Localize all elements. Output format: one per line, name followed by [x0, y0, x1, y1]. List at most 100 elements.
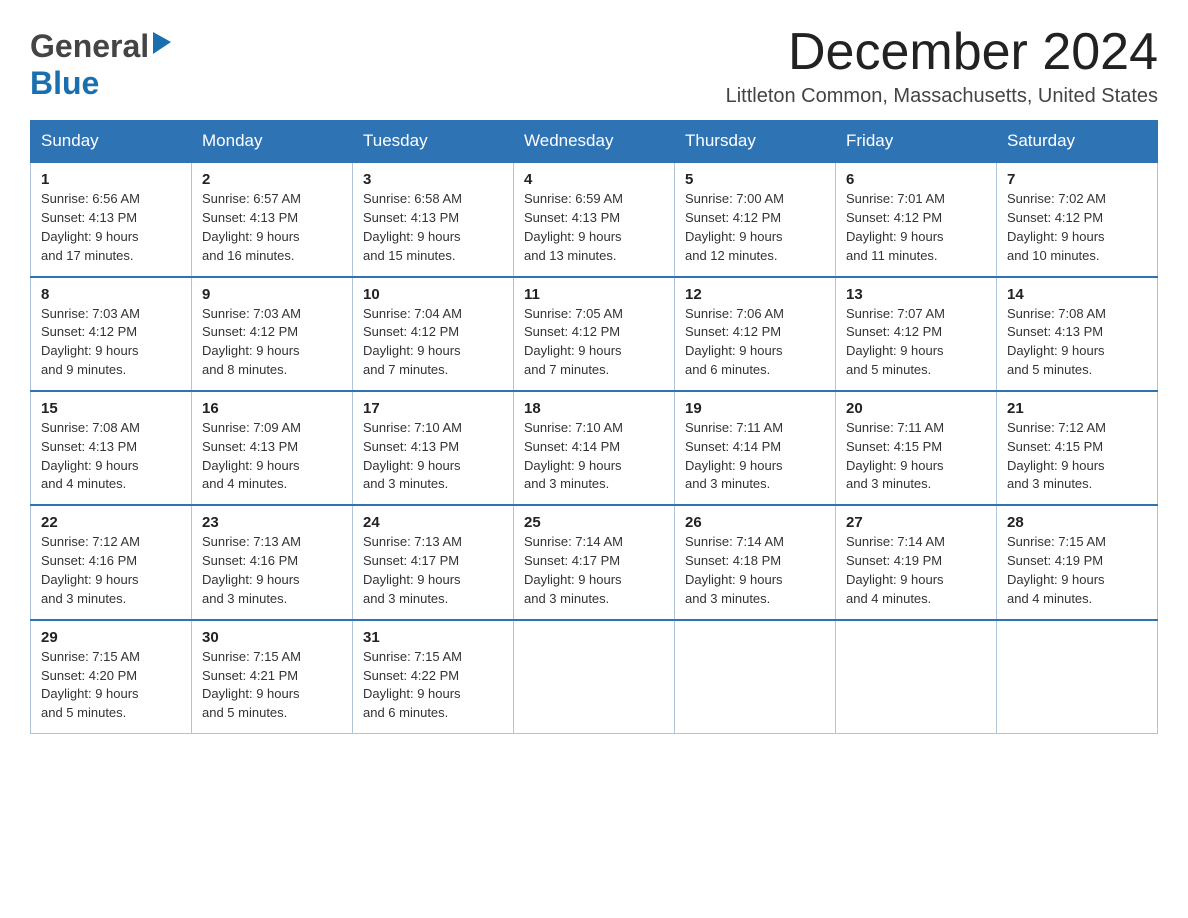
day-cell-6: 6 Sunrise: 7:01 AMSunset: 4:12 PMDayligh…	[836, 162, 997, 276]
day-number: 11	[524, 286, 664, 303]
empty-cell	[514, 620, 675, 734]
empty-cell	[675, 620, 836, 734]
day-header-friday: Friday	[836, 121, 997, 163]
day-cell-11: 11 Sunrise: 7:05 AMSunset: 4:12 PMDaylig…	[514, 277, 675, 391]
day-info: Sunrise: 7:15 AMSunset: 4:21 PMDaylight:…	[202, 649, 301, 721]
day-number: 30	[202, 629, 342, 646]
days-of-week-row: SundayMondayTuesdayWednesdayThursdayFrid…	[31, 121, 1158, 163]
day-cell-30: 30 Sunrise: 7:15 AMSunset: 4:21 PMDaylig…	[192, 620, 353, 734]
day-number: 16	[202, 400, 342, 417]
day-cell-2: 2 Sunrise: 6:57 AMSunset: 4:13 PMDayligh…	[192, 162, 353, 276]
day-info: Sunrise: 7:12 AMSunset: 4:15 PMDaylight:…	[1007, 420, 1106, 492]
day-number: 6	[846, 171, 986, 188]
day-number: 18	[524, 400, 664, 417]
week-row-1: 1 Sunrise: 6:56 AMSunset: 4:13 PMDayligh…	[31, 162, 1158, 276]
day-number: 12	[685, 286, 825, 303]
day-info: Sunrise: 7:13 AMSunset: 4:17 PMDaylight:…	[363, 534, 462, 606]
day-cell-19: 19 Sunrise: 7:11 AMSunset: 4:14 PMDaylig…	[675, 391, 836, 505]
day-header-sunday: Sunday	[31, 121, 192, 163]
day-info: Sunrise: 7:06 AMSunset: 4:12 PMDaylight:…	[685, 306, 784, 378]
day-cell-4: 4 Sunrise: 6:59 AMSunset: 4:13 PMDayligh…	[514, 162, 675, 276]
day-info: Sunrise: 7:08 AMSunset: 4:13 PMDaylight:…	[1007, 306, 1106, 378]
day-cell-27: 27 Sunrise: 7:14 AMSunset: 4:19 PMDaylig…	[836, 505, 997, 619]
day-info: Sunrise: 7:11 AMSunset: 4:15 PMDaylight:…	[846, 420, 944, 492]
day-info: Sunrise: 7:09 AMSunset: 4:13 PMDaylight:…	[202, 420, 301, 492]
day-cell-20: 20 Sunrise: 7:11 AMSunset: 4:15 PMDaylig…	[836, 391, 997, 505]
day-number: 1	[41, 171, 181, 188]
empty-cell	[836, 620, 997, 734]
day-number: 14	[1007, 286, 1147, 303]
day-cell-3: 3 Sunrise: 6:58 AMSunset: 4:13 PMDayligh…	[353, 162, 514, 276]
day-header-tuesday: Tuesday	[353, 121, 514, 163]
logo: General Blue	[30, 28, 171, 102]
day-cell-10: 10 Sunrise: 7:04 AMSunset: 4:12 PMDaylig…	[353, 277, 514, 391]
calendar-table: SundayMondayTuesdayWednesdayThursdayFrid…	[30, 120, 1158, 734]
day-cell-15: 15 Sunrise: 7:08 AMSunset: 4:13 PMDaylig…	[31, 391, 192, 505]
day-number: 4	[524, 171, 664, 188]
logo-blue-text: Blue	[30, 65, 99, 101]
day-number: 21	[1007, 400, 1147, 417]
day-number: 20	[846, 400, 986, 417]
day-info: Sunrise: 7:15 AMSunset: 4:19 PMDaylight:…	[1007, 534, 1106, 606]
month-title: December 2024	[726, 24, 1158, 81]
week-row-3: 15 Sunrise: 7:08 AMSunset: 4:13 PMDaylig…	[31, 391, 1158, 505]
day-cell-8: 8 Sunrise: 7:03 AMSunset: 4:12 PMDayligh…	[31, 277, 192, 391]
day-cell-12: 12 Sunrise: 7:06 AMSunset: 4:12 PMDaylig…	[675, 277, 836, 391]
location-title: Littleton Common, Massachusetts, United …	[726, 85, 1158, 108]
day-number: 28	[1007, 514, 1147, 531]
day-info: Sunrise: 7:11 AMSunset: 4:14 PMDaylight:…	[685, 420, 783, 492]
day-cell-25: 25 Sunrise: 7:14 AMSunset: 4:17 PMDaylig…	[514, 505, 675, 619]
day-number: 31	[363, 629, 503, 646]
day-info: Sunrise: 7:01 AMSunset: 4:12 PMDaylight:…	[846, 191, 945, 263]
day-header-saturday: Saturday	[997, 121, 1158, 163]
day-number: 17	[363, 400, 503, 417]
day-cell-23: 23 Sunrise: 7:13 AMSunset: 4:16 PMDaylig…	[192, 505, 353, 619]
day-info: Sunrise: 7:10 AMSunset: 4:13 PMDaylight:…	[363, 420, 462, 492]
day-cell-26: 26 Sunrise: 7:14 AMSunset: 4:18 PMDaylig…	[675, 505, 836, 619]
day-info: Sunrise: 7:14 AMSunset: 4:18 PMDaylight:…	[685, 534, 784, 606]
day-number: 10	[363, 286, 503, 303]
day-header-thursday: Thursday	[675, 121, 836, 163]
day-cell-13: 13 Sunrise: 7:07 AMSunset: 4:12 PMDaylig…	[836, 277, 997, 391]
day-info: Sunrise: 7:13 AMSunset: 4:16 PMDaylight:…	[202, 534, 301, 606]
day-info: Sunrise: 6:57 AMSunset: 4:13 PMDaylight:…	[202, 191, 301, 263]
day-cell-17: 17 Sunrise: 7:10 AMSunset: 4:13 PMDaylig…	[353, 391, 514, 505]
title-block: December 2024 Littleton Common, Massachu…	[726, 24, 1158, 108]
day-number: 8	[41, 286, 181, 303]
day-number: 7	[1007, 171, 1147, 188]
day-cell-18: 18 Sunrise: 7:10 AMSunset: 4:14 PMDaylig…	[514, 391, 675, 505]
day-info: Sunrise: 7:03 AMSunset: 4:12 PMDaylight:…	[202, 306, 301, 378]
page-header: General Blue December 2024 Littleton Com…	[30, 24, 1158, 108]
day-cell-14: 14 Sunrise: 7:08 AMSunset: 4:13 PMDaylig…	[997, 277, 1158, 391]
week-row-2: 8 Sunrise: 7:03 AMSunset: 4:12 PMDayligh…	[31, 277, 1158, 391]
day-info: Sunrise: 7:04 AMSunset: 4:12 PMDaylight:…	[363, 306, 462, 378]
day-cell-22: 22 Sunrise: 7:12 AMSunset: 4:16 PMDaylig…	[31, 505, 192, 619]
day-number: 13	[846, 286, 986, 303]
day-number: 25	[524, 514, 664, 531]
day-number: 2	[202, 171, 342, 188]
day-info: Sunrise: 7:15 AMSunset: 4:20 PMDaylight:…	[41, 649, 140, 721]
empty-cell	[997, 620, 1158, 734]
day-header-monday: Monday	[192, 121, 353, 163]
day-info: Sunrise: 6:56 AMSunset: 4:13 PMDaylight:…	[41, 191, 140, 263]
day-cell-31: 31 Sunrise: 7:15 AMSunset: 4:22 PMDaylig…	[353, 620, 514, 734]
day-cell-24: 24 Sunrise: 7:13 AMSunset: 4:17 PMDaylig…	[353, 505, 514, 619]
day-number: 3	[363, 171, 503, 188]
day-info: Sunrise: 6:59 AMSunset: 4:13 PMDaylight:…	[524, 191, 623, 263]
day-cell-9: 9 Sunrise: 7:03 AMSunset: 4:12 PMDayligh…	[192, 277, 353, 391]
day-cell-21: 21 Sunrise: 7:12 AMSunset: 4:15 PMDaylig…	[997, 391, 1158, 505]
day-cell-7: 7 Sunrise: 7:02 AMSunset: 4:12 PMDayligh…	[997, 162, 1158, 276]
day-info: Sunrise: 7:03 AMSunset: 4:12 PMDaylight:…	[41, 306, 140, 378]
day-info: Sunrise: 6:58 AMSunset: 4:13 PMDaylight:…	[363, 191, 462, 263]
day-cell-16: 16 Sunrise: 7:09 AMSunset: 4:13 PMDaylig…	[192, 391, 353, 505]
day-number: 5	[685, 171, 825, 188]
day-number: 29	[41, 629, 181, 646]
day-number: 22	[41, 514, 181, 531]
day-number: 24	[363, 514, 503, 531]
day-number: 9	[202, 286, 342, 303]
week-row-4: 22 Sunrise: 7:12 AMSunset: 4:16 PMDaylig…	[31, 505, 1158, 619]
day-info: Sunrise: 7:14 AMSunset: 4:19 PMDaylight:…	[846, 534, 945, 606]
day-number: 15	[41, 400, 181, 417]
day-number: 27	[846, 514, 986, 531]
day-info: Sunrise: 7:14 AMSunset: 4:17 PMDaylight:…	[524, 534, 623, 606]
